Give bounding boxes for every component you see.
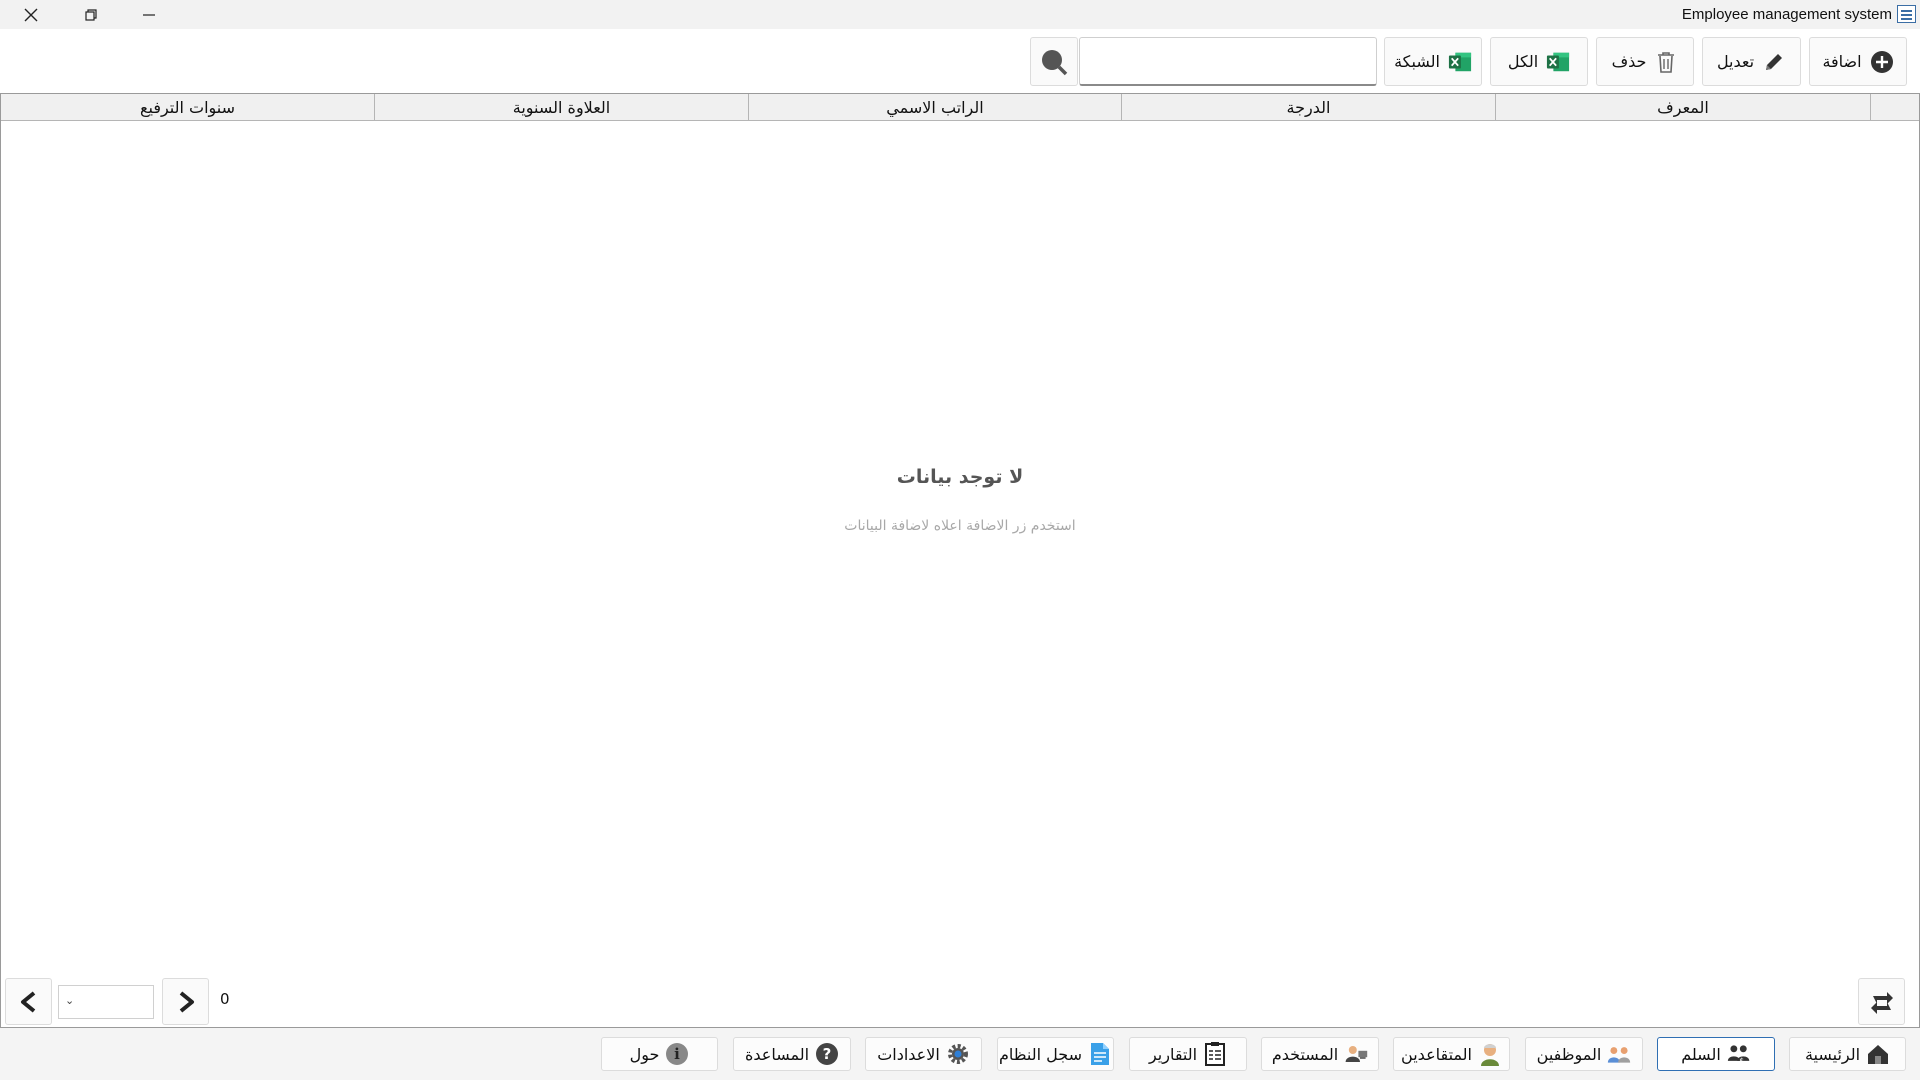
- record-count: 0: [220, 990, 230, 1008]
- restore-button[interactable]: [62, 0, 120, 29]
- gear-icon: [946, 1042, 970, 1066]
- nav-label: المتقاعدين: [1401, 1044, 1472, 1064]
- svg-text:$: $: [1739, 1056, 1744, 1065]
- next-page-button[interactable]: [162, 978, 209, 1025]
- data-grid[interactable]: المعرف الدرجة الراتب الاسمي العلاوة السن…: [0, 93, 1920, 1028]
- nav-about[interactable]: i حول: [601, 1037, 718, 1071]
- pencil-icon: [1762, 50, 1786, 74]
- excel-icon: [1546, 50, 1570, 74]
- nav-help[interactable]: ? المساعدة: [733, 1037, 851, 1071]
- edit-button[interactable]: تعديل: [1702, 37, 1801, 86]
- nav-ladder[interactable]: $ السلم: [1657, 1037, 1775, 1071]
- search-icon: [1042, 49, 1068, 75]
- nav-settings[interactable]: الاعدادات: [865, 1037, 982, 1071]
- previous-page-button[interactable]: [5, 978, 52, 1025]
- window-title: Employee management system: [1681, 6, 1892, 23]
- svg-text:i: i: [675, 1045, 681, 1063]
- nav-reports[interactable]: التقارير: [1129, 1037, 1247, 1071]
- search-input[interactable]: [1079, 37, 1377, 86]
- info-icon: i: [665, 1042, 689, 1066]
- user-icon: [1344, 1042, 1368, 1066]
- export-grid-label: الشبكة: [1394, 52, 1440, 71]
- nav-home[interactable]: الرئيسية: [1789, 1037, 1906, 1071]
- nav-retirees[interactable]: المتقاعدين: [1393, 1037, 1510, 1071]
- grid-corner: [1870, 94, 1919, 121]
- empty-state-subtitle: استخدم زر الاضافة اعلاه لاضافة البيانات: [844, 518, 1076, 534]
- refresh-button[interactable]: [1858, 978, 1905, 1025]
- chevron-down-icon: ⌄: [65, 994, 75, 1007]
- empty-state-title: لا توجد بيانات: [896, 466, 1024, 488]
- grid-header: المعرف الدرجة الراتب الاسمي العلاوة السن…: [1, 94, 1919, 121]
- nav-employees[interactable]: الموظفين: [1525, 1037, 1643, 1071]
- employees-icon: [1607, 1042, 1631, 1066]
- excel-icon: [1448, 50, 1472, 74]
- add-button-label: اضافة: [1822, 52, 1862, 71]
- nav-label: السلم: [1681, 1044, 1721, 1064]
- page-select[interactable]: ⌄: [58, 985, 154, 1019]
- title-bar: Employee management system: [0, 0, 1920, 29]
- plus-circle-icon: [1870, 50, 1894, 74]
- retiree-icon: [1478, 1042, 1502, 1066]
- column-header[interactable]: سنوات الترفيع: [1, 94, 374, 121]
- trash-icon: [1654, 50, 1678, 74]
- nav-label: المستخدم: [1271, 1044, 1339, 1064]
- minimize-icon: [143, 13, 155, 16]
- delete-button-label: حذف: [1611, 52, 1647, 71]
- nav-label: المساعدة: [744, 1044, 810, 1064]
- users-salary-icon: $: [1727, 1042, 1751, 1066]
- nav-label: الموظفين: [1536, 1044, 1602, 1064]
- refresh-icon: [1870, 991, 1893, 1014]
- nav-label: سجل النظام: [999, 1044, 1082, 1064]
- nav-label: حول: [629, 1044, 660, 1064]
- export-all-label: الكل: [1507, 52, 1539, 71]
- log-icon: [1088, 1042, 1112, 1066]
- chevron-left-icon: [20, 990, 35, 1013]
- edit-button-label: تعديل: [1716, 52, 1755, 71]
- svg-text:?: ?: [823, 1045, 832, 1063]
- nav-user[interactable]: المستخدم: [1261, 1037, 1379, 1071]
- report-icon: [1203, 1042, 1227, 1066]
- chevron-right-icon: [179, 990, 194, 1013]
- export-grid-button[interactable]: الشبكة: [1384, 37, 1482, 86]
- nav-system-log[interactable]: سجل النظام: [997, 1037, 1114, 1071]
- close-icon: [24, 8, 38, 21]
- delete-button[interactable]: حذف: [1596, 37, 1694, 86]
- minimize-button[interactable]: [120, 0, 178, 29]
- nav-label: التقارير: [1148, 1044, 1198, 1064]
- close-button[interactable]: [2, 0, 60, 29]
- export-all-button[interactable]: الكل: [1490, 37, 1588, 86]
- search-button[interactable]: [1030, 37, 1078, 86]
- app-icon: [1897, 5, 1916, 23]
- column-header[interactable]: الراتب الاسمي: [748, 94, 1121, 121]
- home-icon: [1866, 1042, 1890, 1066]
- help-icon: ?: [815, 1042, 839, 1066]
- add-button[interactable]: اضافة: [1809, 37, 1907, 86]
- column-header[interactable]: العلاوة السنوية: [374, 94, 748, 121]
- nav-label: الاعدادات: [877, 1044, 940, 1064]
- column-header[interactable]: المعرف: [1495, 94, 1870, 121]
- column-header[interactable]: الدرجة: [1121, 94, 1495, 121]
- nav-label: الرئيسية: [1804, 1044, 1861, 1064]
- restore-icon: [85, 8, 97, 21]
